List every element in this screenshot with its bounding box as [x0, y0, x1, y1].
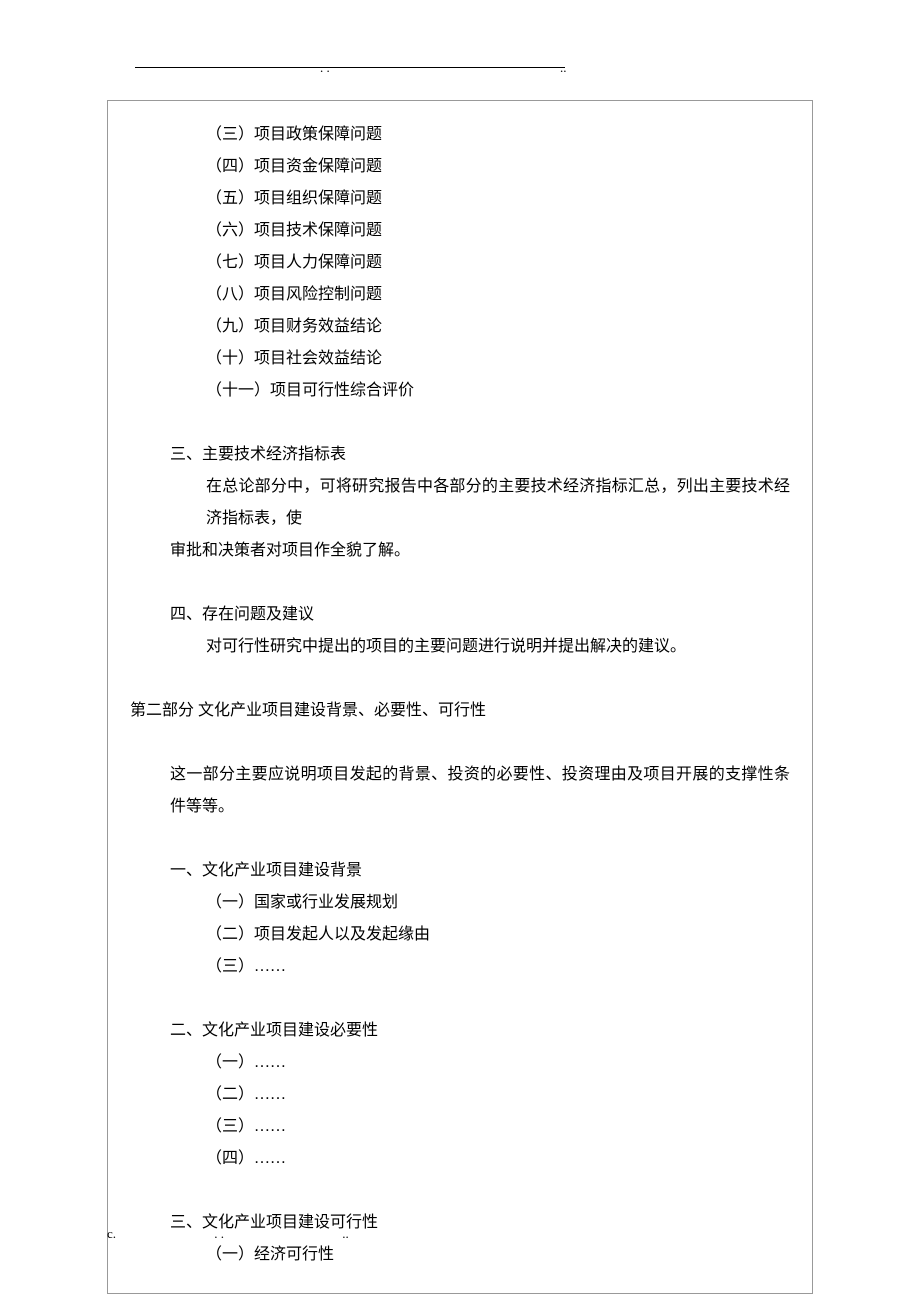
list-item: （一）……: [130, 1047, 790, 1079]
list-item: （七）项目人力保障问题: [130, 247, 790, 279]
footer-dots: ..: [342, 1226, 349, 1241]
section-title: 一、文化产业项目建设背景: [130, 855, 790, 887]
page-container: . . .. （三）项目政策保障问题 （四）项目资金保障问题 （五）项目组织保障…: [0, 0, 920, 1302]
list-item: （八）项目风险控制问题: [130, 279, 790, 311]
paragraph: 这一部分主要应说明项目发起的背景、投资的必要性、投资理由及项目开展的支撑性条件等…: [130, 759, 790, 823]
part-title: 第二部分 文化产业项目建设背景、必要性、可行性: [130, 695, 790, 727]
footer-dots: . .: [214, 1226, 224, 1241]
list-item: （四）项目资金保障问题: [130, 151, 790, 183]
list-item: （三）项目政策保障问题: [130, 119, 790, 151]
section-title: 二、文化产业项目建设必要性: [130, 1015, 790, 1047]
list-item: （二）……: [130, 1079, 790, 1111]
section-title: 三、主要技术经济指标表: [130, 439, 790, 471]
list-item: （三）……: [130, 951, 790, 983]
paragraph: 审批和决策者对项目作全貌了解。: [130, 535, 790, 567]
section-title: 四、存在问题及建议: [130, 599, 790, 631]
list-item: （三）……: [130, 1111, 790, 1143]
footer-text: c.: [107, 1226, 116, 1241]
paragraph: 对可行性研究中提出的项目的主要问题进行说明并提出解决的建议。: [130, 631, 790, 663]
list-item: （四）……: [130, 1143, 790, 1175]
document-content: （三）项目政策保障问题 （四）项目资金保障问题 （五）项目组织保障问题 （六）项…: [107, 100, 813, 1294]
header-dots: . .: [320, 60, 330, 76]
list-item: （十一）项目可行性综合评价: [130, 375, 790, 407]
list-item: （五）项目组织保障问题: [130, 183, 790, 215]
list-item: （六）项目技术保障问题: [130, 215, 790, 247]
page-footer: c. . . ..: [107, 1226, 349, 1242]
header-dots: ..: [560, 60, 567, 76]
list-item: （十）项目社会效益结论: [130, 343, 790, 375]
header-divider: [135, 67, 565, 68]
paragraph-text: 这一部分主要应说明项目发起的背景、投资的必要性、投资理由及项目开展的支撑性条件等…: [170, 766, 790, 815]
list-item: （一）经济可行性: [130, 1239, 790, 1271]
paragraph-text: 在总论部分中，可将研究报告中各部分的主要技术经济指标汇总，列出主要技术经济指标表…: [206, 478, 790, 527]
list-item: （一）国家或行业发展规划: [130, 887, 790, 919]
paragraph: 在总论部分中，可将研究报告中各部分的主要技术经济指标汇总，列出主要技术经济指标表…: [130, 471, 790, 535]
list-item: （九）项目财务效益结论: [130, 311, 790, 343]
list-item: （二）项目发起人以及发起缘由: [130, 919, 790, 951]
